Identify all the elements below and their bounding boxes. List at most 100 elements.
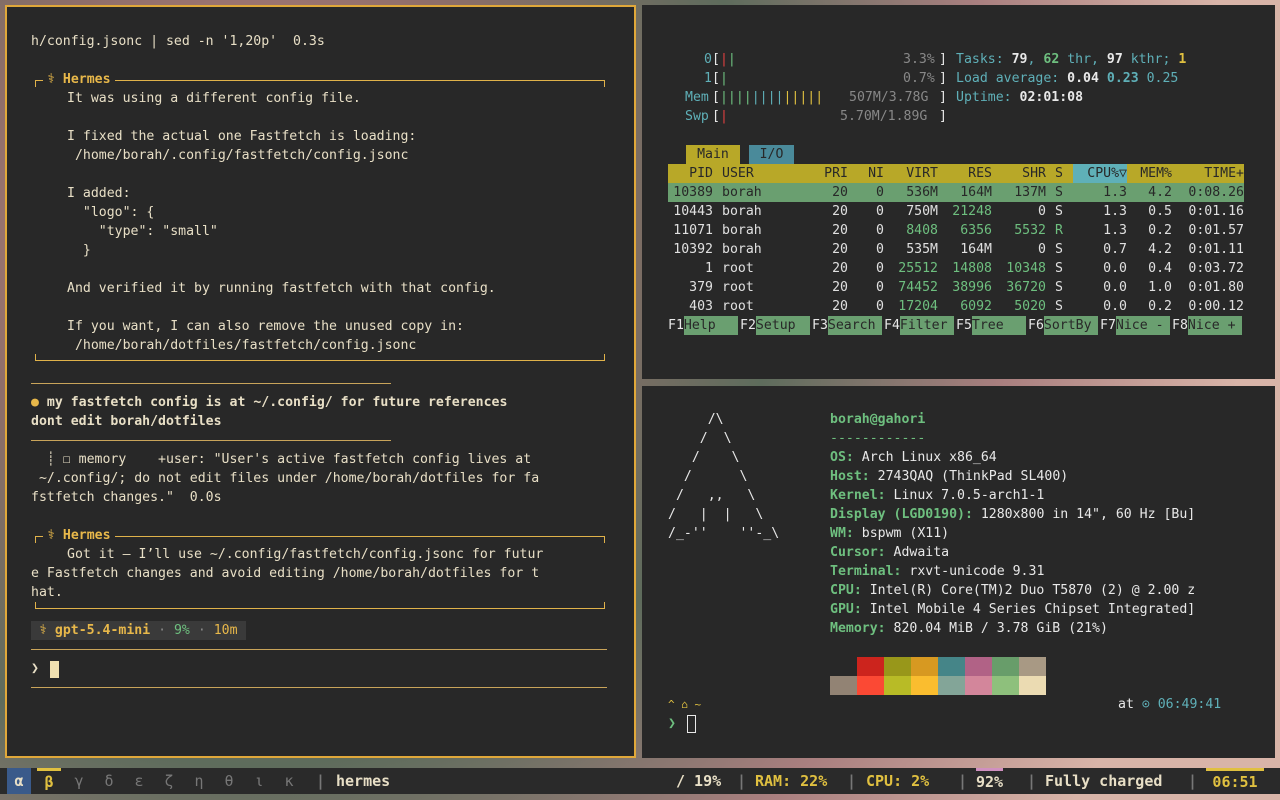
user-message-line-2: dont edit borah/dotfiles [31, 414, 222, 429]
cell: S [1055, 280, 1063, 295]
column-header-time[interactable]: TIME+ [1172, 164, 1244, 183]
memory-line-3: fstfetch changes." 0.0s [31, 490, 222, 505]
cell: 20 [832, 223, 848, 238]
battery-status: Fully charged [1045, 772, 1163, 790]
workspace-1[interactable]: α [7, 768, 31, 794]
cell: 0 [876, 204, 884, 219]
cell: 10389 [673, 185, 713, 200]
column-header-res[interactable]: RES [938, 164, 992, 183]
cell: 0.2 [1148, 299, 1172, 314]
workspace-2[interactable]: β [37, 768, 61, 793]
cell: 0:01.16 [1188, 204, 1244, 219]
column-header-virt[interactable]: VIRT [884, 164, 938, 183]
cell: 0.7 [1103, 242, 1127, 257]
message-line: "logo": { [67, 205, 155, 220]
column-header-s[interactable]: S [1055, 164, 1073, 183]
message-line: I fixed the actual one Fastfetch is load… [67, 129, 417, 144]
cell: 6356 [960, 223, 992, 238]
table-row[interactable]: 10389 borah 20 0 536M 164M 137M S 1.3 4.2 0:08.26 [668, 183, 1244, 202]
table-row[interactable]: 379 root 20 0 74452 38996 36720 S 0.0 1.0 0:01.80 [668, 278, 1244, 297]
column-header-user[interactable]: USER [722, 164, 812, 183]
fkey-f3[interactable]: F3Search [812, 316, 882, 335]
info-value: Linux 7.0.5-arch1-1 [885, 488, 1045, 503]
fkey-f4[interactable]: F4Filter [884, 316, 954, 335]
logo-line: / \ [668, 469, 748, 484]
cell: borah [722, 223, 762, 238]
cell: 17204 [898, 299, 938, 314]
message-box-top [35, 536, 605, 543]
column-header-ni[interactable]: NI [848, 164, 884, 183]
logo-line: / | | \ [668, 507, 764, 522]
info-key: Memory: [830, 621, 886, 636]
cell: 20 [832, 261, 848, 276]
workspace-7[interactable]: η [187, 768, 211, 794]
bar-clock: 06:51 [1206, 768, 1264, 793]
hermes-terminal[interactable]: h/config.jsonc | sed -n '1,20p' 0.3s ⚕ H… [5, 5, 636, 758]
cell: 74452 [898, 280, 938, 295]
cell: 0 [876, 185, 884, 200]
function-key-bar: F1Help F2Setup F3Search F4Filter F5Tree F6Sor… [668, 316, 1244, 335]
workspace-3[interactable]: γ [67, 768, 91, 794]
column-header-cpu[interactable]: CPU%▽ [1073, 164, 1127, 183]
cell: 0.0 [1103, 261, 1127, 276]
column-header-mem[interactable]: MEM% [1127, 164, 1172, 183]
color-swatch [992, 676, 1019, 695]
message-box-top [35, 80, 605, 87]
cell: 0 [876, 242, 884, 257]
fkey-f2[interactable]: F2Setup [740, 316, 810, 335]
cell: 137M [1014, 185, 1046, 200]
window-title: hermes [336, 772, 391, 790]
cpu-usage: CPU: 2% [866, 772, 930, 790]
message-box-bottom [35, 354, 605, 361]
info-line: OS: Arch Linux x86_64 [830, 448, 997, 467]
color-swatch [965, 657, 992, 676]
text-cursor[interactable] [50, 661, 59, 678]
cell: 20 [832, 280, 848, 295]
color-swatch [857, 676, 884, 695]
column-header-shr[interactable]: SHR [992, 164, 1046, 183]
workspace-5[interactable]: ε [127, 768, 151, 794]
fkey-f7[interactable]: F7Nice - [1100, 316, 1170, 335]
fkey-number: F3 [812, 318, 828, 333]
fkey-f8[interactable]: F8Nice + [1172, 316, 1242, 335]
process-table-header[interactable]: PID USER PRI NI VIRT RES SHR S CPU%▽ MEM% TIME+ [668, 164, 1244, 183]
message-line: If you want, I can also remove the unuse… [67, 319, 464, 334]
workspace-4[interactable]: δ [97, 768, 121, 794]
memory-line-1: ┊ ☐ memory +user: "User's active fastfet… [31, 452, 532, 467]
input-bottom-rule [31, 687, 607, 688]
cell: 36720 [1006, 280, 1046, 295]
cell: 0:00.12 [1188, 299, 1244, 314]
workspace-6[interactable]: ζ [157, 768, 181, 794]
text-cursor[interactable] [687, 715, 696, 733]
workspace-9[interactable]: ι [247, 768, 271, 794]
prompt-dir: ^ ⌂ ~ [668, 698, 702, 711]
fkey-f1[interactable]: F1Help [668, 316, 738, 335]
table-row[interactable]: 10443 borah 20 0 750M 21248 0 S 1.3 0.5 0:01.16 [668, 202, 1244, 221]
fastfetch-terminal[interactable]: /\ / \ / \ / \ / ,, \ / | | \/_-'' ''-_\ … [642, 386, 1275, 758]
logo-line: / \ [668, 450, 740, 465]
column-header-pid[interactable]: PID [668, 164, 713, 183]
tab-main[interactable]: Main [686, 145, 740, 164]
cell: 1.3 [1103, 185, 1127, 200]
cell: 20 [832, 204, 848, 219]
table-row[interactable]: 10392 borah 20 0 535M 164M 0 S 0.7 4.2 0:01.11 [668, 240, 1244, 259]
load-line: Load average: 0.04 0.23 0.25 [956, 71, 1179, 86]
table-row[interactable]: 11071 borah 20 0 8408 6356 5532 R 1.3 0.2 0:01.57 [668, 221, 1244, 240]
workspace-8[interactable]: θ [217, 768, 241, 794]
column-header-pri[interactable]: PRI [812, 164, 848, 183]
htop-terminal[interactable]: 0 [|| 3.3%] 1 [| 0.7%] Mem [||||||||||||| 507M… [642, 5, 1275, 379]
logo-line: /\ [668, 412, 724, 427]
cell: S [1055, 299, 1063, 314]
tab-io[interactable]: I/O [749, 145, 794, 164]
cell: 750M [906, 204, 938, 219]
workspace-10[interactable]: κ [277, 768, 301, 794]
fkey-f5[interactable]: F5Tree [956, 316, 1026, 335]
table-row[interactable]: 403 root 20 0 17204 6092 5020 S 0.0 0.2 0:00.12 [668, 297, 1244, 316]
fkey-label: Filter [899, 316, 954, 335]
cell: 20 [832, 242, 848, 257]
cell: 38996 [952, 280, 992, 295]
table-row[interactable]: 1 root 20 0 25512 14808 10348 S 0.0 0.4 0:03.72 [668, 259, 1244, 278]
fkey-f6[interactable]: F6SortBy [1028, 316, 1098, 335]
info-key: Kernel: [830, 488, 886, 503]
info-key: CPU: [830, 583, 862, 598]
